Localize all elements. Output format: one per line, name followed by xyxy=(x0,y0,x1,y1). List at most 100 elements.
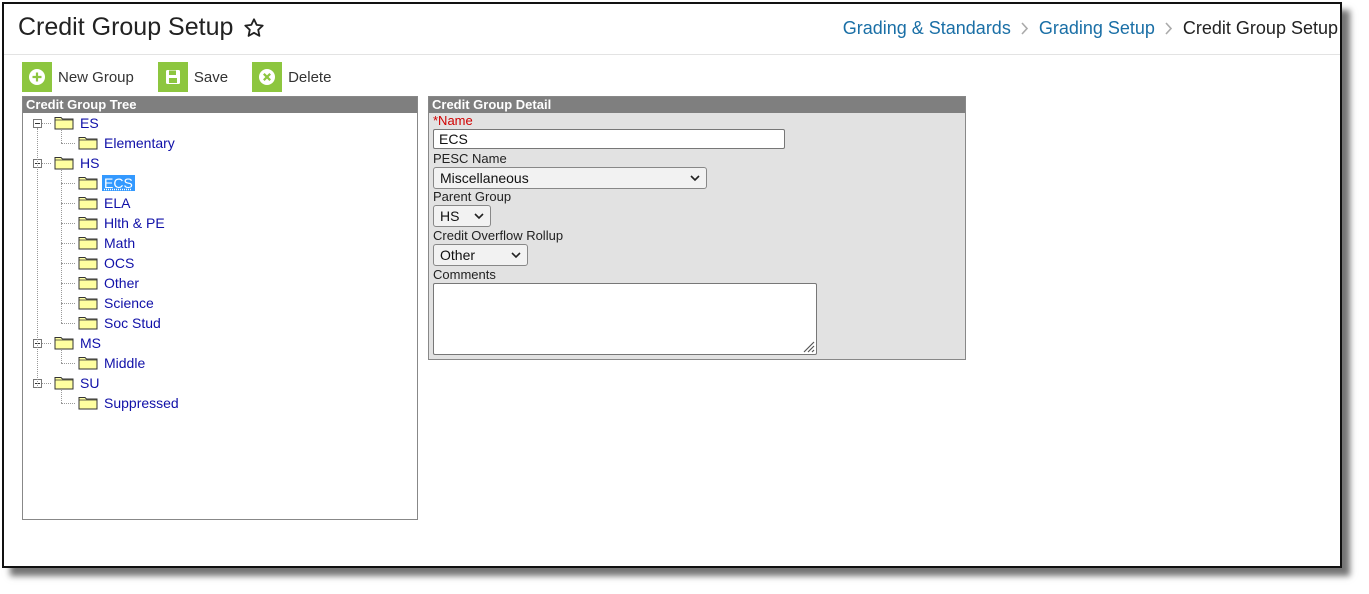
credit-overflow-label: Credit Overflow Rollup xyxy=(433,228,564,243)
tree-node-label[interactable]: ELA xyxy=(102,195,132,211)
tree-node[interactable]: Suppressed xyxy=(61,393,181,413)
folder-icon xyxy=(54,114,78,133)
folder-icon xyxy=(78,254,102,273)
tree-connector xyxy=(61,262,75,264)
chevron-right-icon xyxy=(1165,22,1173,35)
tree-connector xyxy=(61,182,75,184)
parent-group-select[interactable]: HS xyxy=(433,205,491,227)
folder-icon xyxy=(78,234,102,253)
parent-group-value: HS xyxy=(440,208,460,224)
tree-node[interactable]: Soc Stud xyxy=(61,313,163,333)
folder-icon xyxy=(78,194,102,213)
tree-connector xyxy=(61,242,75,244)
delete-button[interactable]: Delete xyxy=(252,62,331,92)
tree-connector xyxy=(37,128,38,388)
parent-group-label: Parent Group xyxy=(433,189,512,204)
plus-circle-icon xyxy=(22,62,52,92)
tree-node[interactable]: ES xyxy=(33,113,101,133)
tree-node-label[interactable]: SU xyxy=(78,375,101,391)
star-icon[interactable] xyxy=(243,17,265,39)
tree-node[interactable]: SU xyxy=(33,373,101,393)
tree-node[interactable]: ECS xyxy=(61,173,135,193)
tree-connector xyxy=(61,169,62,323)
folder-icon xyxy=(54,154,78,173)
tree-node-label[interactable]: ES xyxy=(78,115,101,131)
credit-overflow-select[interactable]: Other xyxy=(433,244,528,266)
tree-node-label[interactable]: Suppressed xyxy=(102,395,181,411)
save-button[interactable]: Save xyxy=(157,62,229,92)
pesc-name-select[interactable]: Miscellaneous xyxy=(433,167,707,189)
tree-node[interactable]: OCS xyxy=(61,253,136,273)
comments-textarea[interactable] xyxy=(433,283,817,355)
x-circle-icon xyxy=(252,62,283,92)
tree-connector xyxy=(61,129,62,143)
tree-connector xyxy=(61,389,62,403)
pesc-name-label: PESC Name xyxy=(433,151,507,166)
detail-panel-title: Credit Group Detail xyxy=(429,97,965,113)
page-title-area: Credit Group Setup xyxy=(18,13,265,42)
breadcrumb-grading-standards[interactable]: Grading & Standards xyxy=(843,18,1011,39)
folder-icon xyxy=(78,294,102,313)
tree-node[interactable]: Math xyxy=(61,233,137,253)
tree-node[interactable]: HS xyxy=(33,153,101,173)
floppy-disk-icon xyxy=(157,62,188,92)
tree-node-label[interactable]: ECS xyxy=(102,175,135,191)
tree-node-label[interactable]: HS xyxy=(78,155,101,171)
tree-connector xyxy=(42,122,51,124)
folder-icon xyxy=(78,274,102,293)
tree-connector xyxy=(42,342,51,344)
tree-connector xyxy=(61,362,75,364)
tree-node-label[interactable]: Hlth & PE xyxy=(102,215,167,231)
chevron-right-icon xyxy=(1021,22,1029,35)
chevron-down-icon xyxy=(511,252,521,259)
page-title: Credit Group Setup xyxy=(18,13,234,41)
save-label: Save xyxy=(193,68,229,86)
tree-node[interactable]: MS xyxy=(33,333,103,353)
tree-node-label[interactable]: MS xyxy=(78,335,103,351)
delete-label: Delete xyxy=(288,68,332,86)
tree-node-label[interactable]: Math xyxy=(102,235,137,251)
tree-node[interactable]: Science xyxy=(61,293,156,313)
tree-connector xyxy=(61,302,75,304)
folder-icon xyxy=(78,314,102,333)
breadcrumb-grading-setup[interactable]: Grading Setup xyxy=(1039,18,1155,39)
tree-node-label[interactable]: Middle xyxy=(102,355,147,371)
tree-connector xyxy=(61,142,75,144)
tree-connector xyxy=(42,382,51,384)
new-group-label: New Group xyxy=(58,68,134,86)
tree-panel-title: Credit Group Tree xyxy=(23,97,417,113)
name-label: *Name xyxy=(433,113,473,128)
toolbar: New Group Save Delete xyxy=(22,60,355,94)
folder-icon xyxy=(78,354,102,373)
detail-form: *Name ECS PESC Name Miscellaneous Parent… xyxy=(429,113,965,355)
tree-connector xyxy=(61,202,75,204)
tree-node-label[interactable]: Elementary xyxy=(102,135,177,151)
tree-connector xyxy=(61,402,75,404)
folder-icon xyxy=(78,214,102,233)
page-header: Credit Group Setup Grading & Standards G… xyxy=(4,4,1340,55)
tree-node-label[interactable]: Science xyxy=(102,295,156,311)
folder-icon xyxy=(54,334,78,353)
collapse-toggle-icon[interactable] xyxy=(33,118,42,128)
folder-icon xyxy=(78,134,102,153)
resize-grip-icon[interactable] xyxy=(801,339,815,353)
tree-node[interactable]: Hlth & PE xyxy=(61,213,167,233)
tree-node-label[interactable]: Soc Stud xyxy=(102,315,163,331)
folder-icon xyxy=(54,374,78,393)
tree-node[interactable]: Other xyxy=(61,273,141,293)
tree-node[interactable]: Middle xyxy=(61,353,147,373)
folder-icon xyxy=(78,394,102,413)
credit-group-tree-panel: Credit Group Tree ES Elementary HS ECS ELA Hl… xyxy=(22,96,418,520)
name-input[interactable]: ECS xyxy=(433,129,785,149)
tree-node[interactable]: Elementary xyxy=(61,133,177,153)
tree-connector xyxy=(61,222,75,224)
new-group-button[interactable]: New Group xyxy=(22,62,134,92)
tree-node[interactable]: ELA xyxy=(61,193,132,213)
tree-connector xyxy=(61,282,75,284)
breadcrumb-current: Credit Group Setup xyxy=(1182,18,1338,38)
app-window: Credit Group Setup Grading & Standards G… xyxy=(2,2,1342,568)
tree-node-label[interactable]: OCS xyxy=(102,255,136,271)
tree-node-label[interactable]: Other xyxy=(102,275,141,291)
tree-connector xyxy=(61,322,75,324)
pesc-name-value: Miscellaneous xyxy=(440,170,529,186)
